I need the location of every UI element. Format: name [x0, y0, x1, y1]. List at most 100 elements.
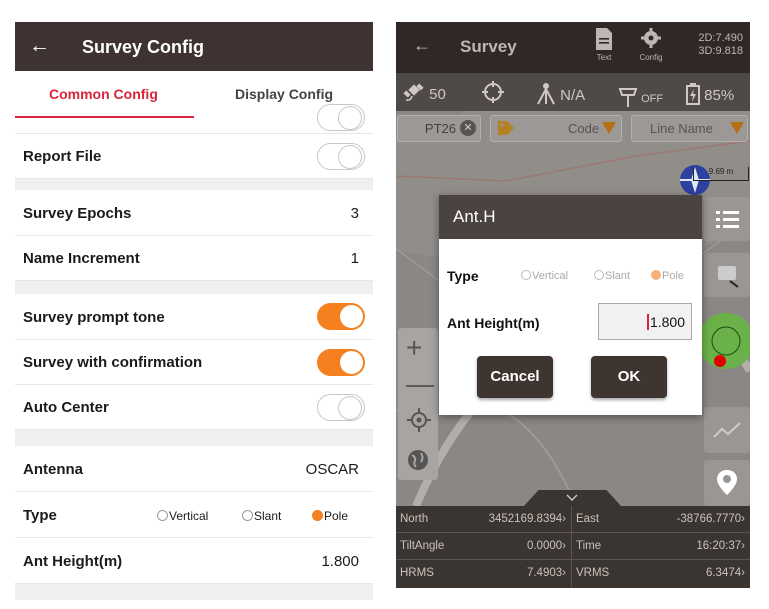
battery-charging-icon — [686, 83, 700, 105]
row-label: Auto Center — [23, 399, 109, 416]
scale-bar: 9.69 m — [693, 167, 749, 181]
row-report-file: Report File — [15, 134, 373, 179]
row-name-increment[interactable]: Name Increment 1 — [15, 236, 373, 281]
ant-height-label: Ant Height(m) — [447, 315, 540, 331]
cell-north[interactable]: North 3452169.8394› — [396, 506, 572, 533]
dropdown-arrow-icon[interactable] — [730, 122, 744, 134]
toggle-switch[interactable] — [317, 104, 365, 131]
radio-slant[interactable]: Slant — [594, 270, 630, 282]
chart-button[interactable] — [704, 407, 750, 453]
status-bar: 50 N/A OFF 85% — [396, 73, 750, 111]
location-pin-icon — [717, 470, 737, 495]
row-label: Report File — [23, 148, 102, 165]
ant-height-value: 1.800 — [321, 553, 359, 570]
antenna-icon — [618, 88, 638, 107]
trend-icon — [713, 422, 741, 438]
cell-east[interactable]: East -38766.7770› — [572, 506, 750, 533]
app-bar: ← Survey Config — [15, 22, 373, 71]
radio-circle-icon — [242, 510, 253, 521]
location-button[interactable] — [704, 460, 750, 506]
row-survey-prompt-tone: Survey prompt tone — [15, 294, 373, 340]
survey-screen: ← Survey Text Config 2D:7.490 3D:9.818 5… — [396, 22, 750, 588]
panel-handle[interactable] — [524, 490, 621, 506]
radio-pole[interactable]: Pole — [651, 270, 684, 282]
dop-2d: 2D:7.490 — [698, 32, 743, 44]
radio-slant[interactable]: Slant — [242, 509, 281, 523]
cell-time[interactable]: Time 16:20:37› — [572, 533, 750, 560]
ant-height-input[interactable]: 1.800 — [598, 303, 692, 340]
row-antenna[interactable]: Antenna OSCAR — [15, 446, 373, 492]
code-field[interactable]: Code — [490, 115, 622, 142]
dop-3d: 3D:9.818 — [698, 45, 743, 57]
locate-icon[interactable] — [407, 408, 431, 432]
arrow-left-icon[interactable]: ← — [413, 35, 431, 56]
zoom-out-icon[interactable]: — — [406, 368, 434, 400]
section-divider — [15, 281, 373, 294]
row-survey-with-confirmation: Survey with confirmation — [15, 340, 373, 385]
auto-center-toggle[interactable] — [317, 394, 365, 421]
radio-selected-icon — [312, 510, 323, 521]
rtk-status[interactable]: N/A — [536, 83, 585, 105]
row-label: Antenna — [23, 461, 83, 478]
survey-with-confirmation-toggle[interactable] — [317, 349, 365, 376]
crosshair-icon[interactable] — [482, 81, 504, 107]
list-icon — [716, 211, 739, 228]
list-item — [15, 104, 373, 134]
row-label: Ant Height(m) — [23, 553, 123, 570]
name-increment-value: 1 — [350, 250, 359, 267]
row-label: Name Increment — [23, 250, 140, 267]
point-input-bar: PT26 ✕ Code Line Name — [396, 115, 750, 143]
dialog-header: Ant.H — [439, 195, 702, 239]
row-label: Survey Epochs — [23, 205, 132, 222]
tag-icon[interactable] — [496, 119, 516, 139]
tab-common-config[interactable]: Common Config — [49, 86, 158, 102]
ant-height-dialog: Ant.H Type Vertical Slant Pole Ant Heigh… — [439, 195, 702, 415]
line-name-field[interactable]: Line Name — [631, 115, 748, 142]
gear-icon — [641, 28, 661, 48]
dropdown-arrow-icon[interactable] — [602, 122, 616, 134]
row-ant-height[interactable]: Ant Height(m) 1.800 — [15, 538, 373, 584]
cell-tilt-angle[interactable]: TiltAngle 0.0000› — [396, 533, 572, 560]
config-button[interactable]: Config — [633, 27, 669, 69]
row-label: Survey with confirmation — [23, 354, 203, 371]
radio-vertical[interactable]: Vertical — [157, 509, 208, 523]
radio-selected-icon — [651, 270, 661, 280]
battery-status[interactable]: 85% — [686, 83, 734, 105]
tab-display-config[interactable]: Display Config — [235, 86, 333, 102]
radio-circle-icon — [594, 270, 604, 280]
text-caret — [647, 314, 649, 330]
row-label: Survey prompt tone — [23, 309, 165, 326]
survey-epochs-value: 3 — [350, 205, 359, 222]
satellite-icon — [403, 83, 424, 101]
layers-button[interactable] — [704, 253, 750, 297]
layers-icon — [718, 266, 739, 288]
section-divider — [15, 179, 373, 190]
section-divider — [15, 430, 373, 446]
position-indicator-icon — [698, 313, 750, 369]
row-survey-epochs[interactable]: Survey Epochs 3 — [15, 190, 373, 236]
tripod-icon — [537, 83, 555, 105]
arrow-left-icon[interactable]: ← — [29, 34, 50, 58]
cancel-button[interactable]: Cancel — [477, 356, 553, 398]
dialog-title: Ant.H — [453, 207, 496, 226]
satellite-status[interactable]: 50 — [403, 83, 446, 103]
clear-icon[interactable]: ✕ — [460, 120, 476, 136]
radio-pole[interactable]: Pole — [312, 509, 348, 523]
zoom-in-icon[interactable]: + — [406, 332, 422, 364]
ok-button[interactable]: OK — [591, 356, 667, 398]
text-button[interactable]: Text — [586, 27, 622, 69]
list-button[interactable] — [704, 197, 750, 241]
survey-config-screen: ← Survey Config Common Config Display Co… — [15, 22, 373, 600]
page-title: Survey Config — [82, 37, 205, 57]
report-file-toggle[interactable] — [317, 143, 365, 170]
app-bar: ← Survey Text Config 2D:7.490 3D:9.818 — [396, 22, 750, 73]
point-name-field[interactable]: PT26 ✕ — [397, 115, 481, 142]
cell-vrms[interactable]: VRMS 6.3474› — [572, 560, 750, 587]
radio-circle-icon — [521, 270, 531, 280]
survey-prompt-tone-toggle[interactable] — [317, 303, 365, 330]
cell-hrms[interactable]: HRMS 7.4903› — [396, 560, 572, 587]
dop-readout: 2D:7.490 3D:9.818 — [698, 32, 743, 58]
radio-vertical[interactable]: Vertical — [521, 270, 568, 282]
globe-icon[interactable] — [406, 448, 430, 472]
radio-status[interactable]: OFF — [618, 86, 663, 108]
